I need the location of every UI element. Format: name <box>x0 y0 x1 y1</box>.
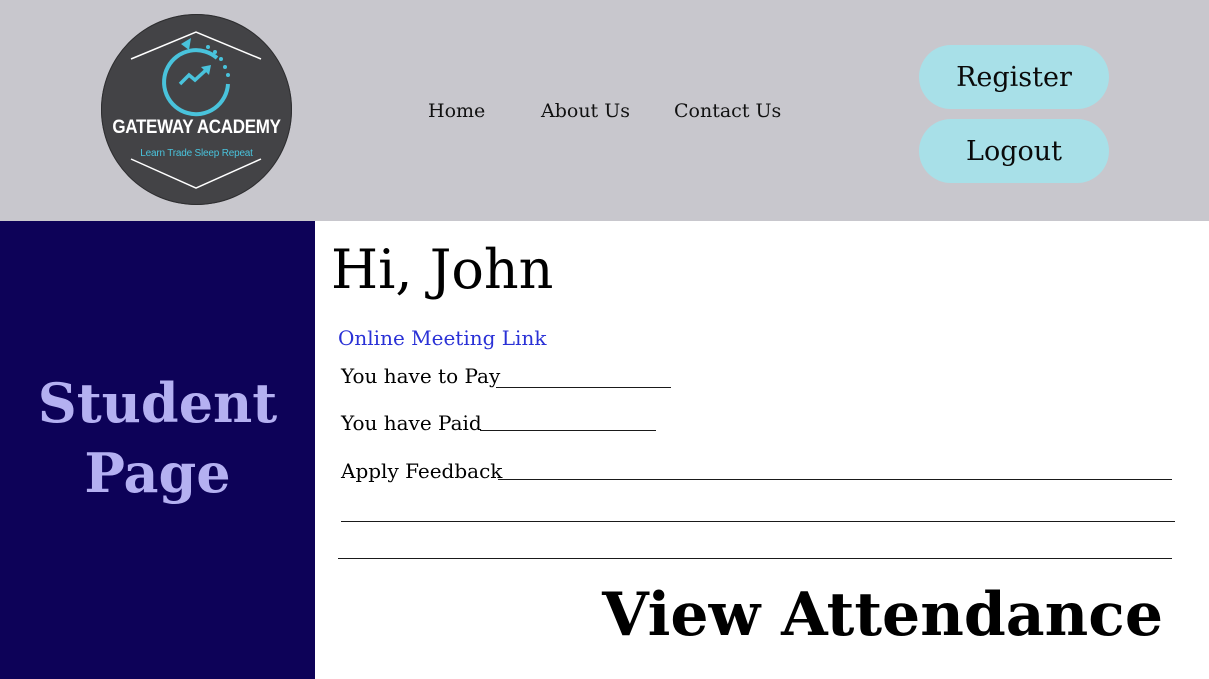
greeting-heading: Hi, John <box>331 238 554 301</box>
sidebar-title: Student Page <box>0 368 315 508</box>
paid-amount-field[interactable] <box>480 430 656 431</box>
gateway-academy-logo[interactable]: GATEWAY ACADEMY Learn Trade Sleep Repeat <box>101 14 292 205</box>
sidebar-title-line2: Page <box>84 441 231 505</box>
paid-label: You have Paid <box>341 411 482 435</box>
feedback-input-line-2[interactable] <box>341 521 1175 522</box>
sidebar-title-line1: Student <box>37 371 278 435</box>
pay-label: You have to Pay <box>341 364 501 388</box>
nav-home-link[interactable]: Home <box>428 100 485 122</box>
sidebar: Student Page <box>0 221 315 679</box>
pay-amount-field[interactable] <box>496 387 671 388</box>
logo-tagline: Learn Trade Sleep Repeat <box>140 148 253 159</box>
feedback-input-line-1[interactable] <box>498 479 1172 480</box>
register-button[interactable]: Register <box>919 45 1109 109</box>
feedback-label: Apply Feedback <box>341 459 503 483</box>
logo-name: GATEWAY ACADEMY <box>112 115 281 138</box>
logo-emblem-icon <box>130 31 262 189</box>
nav-contact-link[interactable]: Contact Us <box>674 100 781 122</box>
logout-button[interactable]: Logout <box>919 119 1109 183</box>
view-attendance-button[interactable]: View Attendance <box>602 580 1163 650</box>
header: GATEWAY ACADEMY Learn Trade Sleep Repeat… <box>0 0 1209 221</box>
feedback-input-line-3[interactable] <box>338 558 1172 559</box>
nav-about-link[interactable]: About Us <box>541 100 630 122</box>
online-meeting-link[interactable]: Online Meeting Link <box>338 326 546 350</box>
